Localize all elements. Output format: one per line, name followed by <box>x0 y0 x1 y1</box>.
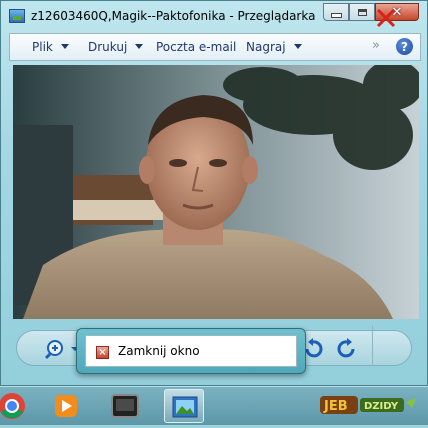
close-window-menu-item[interactable]: × Zamknij okno <box>85 335 297 367</box>
tv-app-icon <box>111 394 139 418</box>
media-player-icon <box>55 395 77 417</box>
svg-text:DZIDY: DZIDY <box>364 401 399 412</box>
svg-text:JEB: JEB <box>323 399 348 414</box>
close-window-label: Zamknij okno <box>118 344 200 358</box>
menu-overflow-button[interactable]: » <box>372 38 380 53</box>
chevron-down-icon <box>135 44 144 49</box>
chrome-icon <box>0 393 25 419</box>
menu-poczta-email[interactable]: Poczta e-mail <box>156 40 236 54</box>
photo-viewer-icon <box>172 396 198 418</box>
jeb-dzidy-logo: JEB DZIDY <box>320 392 420 418</box>
window-title: z12603460Q,Magik--Paktofonika - Przegląd… <box>31 9 319 23</box>
help-button[interactable]: ? <box>396 38 413 55</box>
portrait-photo <box>13 65 419 319</box>
rotate-clockwise-button[interactable] <box>335 337 359 361</box>
jeb-dzidy-logo-image: JEB DZIDY <box>320 396 416 414</box>
chevron-down-icon <box>60 44 69 49</box>
menu-nagraj[interactable]: Nagraj <box>246 40 302 54</box>
taskbar-photo-viewer[interactable] <box>164 389 204 423</box>
photo-display <box>13 65 419 319</box>
menu-drukuj[interactable]: Drukuj <box>88 40 144 54</box>
title-bar[interactable]: z12603460Q,Magik--Paktofonika - Przegląd… <box>1 1 428 31</box>
taskbar-chrome[interactable] <box>0 389 32 423</box>
photo-viewer-app-icon <box>9 9 25 23</box>
menu-bar: Plik Drukuj Poczta e-mail Nagraj » ? <box>9 33 421 61</box>
rotate-clockwise-icon <box>337 338 355 358</box>
minimize-icon <box>330 12 342 18</box>
minimize-button[interactable] <box>323 3 349 21</box>
maximize-icon <box>357 8 367 16</box>
taskbar-tv-app[interactable] <box>104 389 144 423</box>
close-window-popup: × Zamknij okno <box>76 328 306 374</box>
toolbar-divider <box>372 326 373 366</box>
chevron-down-icon <box>293 44 302 49</box>
delete-icon <box>376 8 396 28</box>
taskbar-media-player[interactable] <box>46 389 86 423</box>
close-window-icon: × <box>96 346 109 359</box>
delete-button[interactable] <box>372 4 400 32</box>
menu-plik[interactable]: Plik <box>32 40 69 54</box>
